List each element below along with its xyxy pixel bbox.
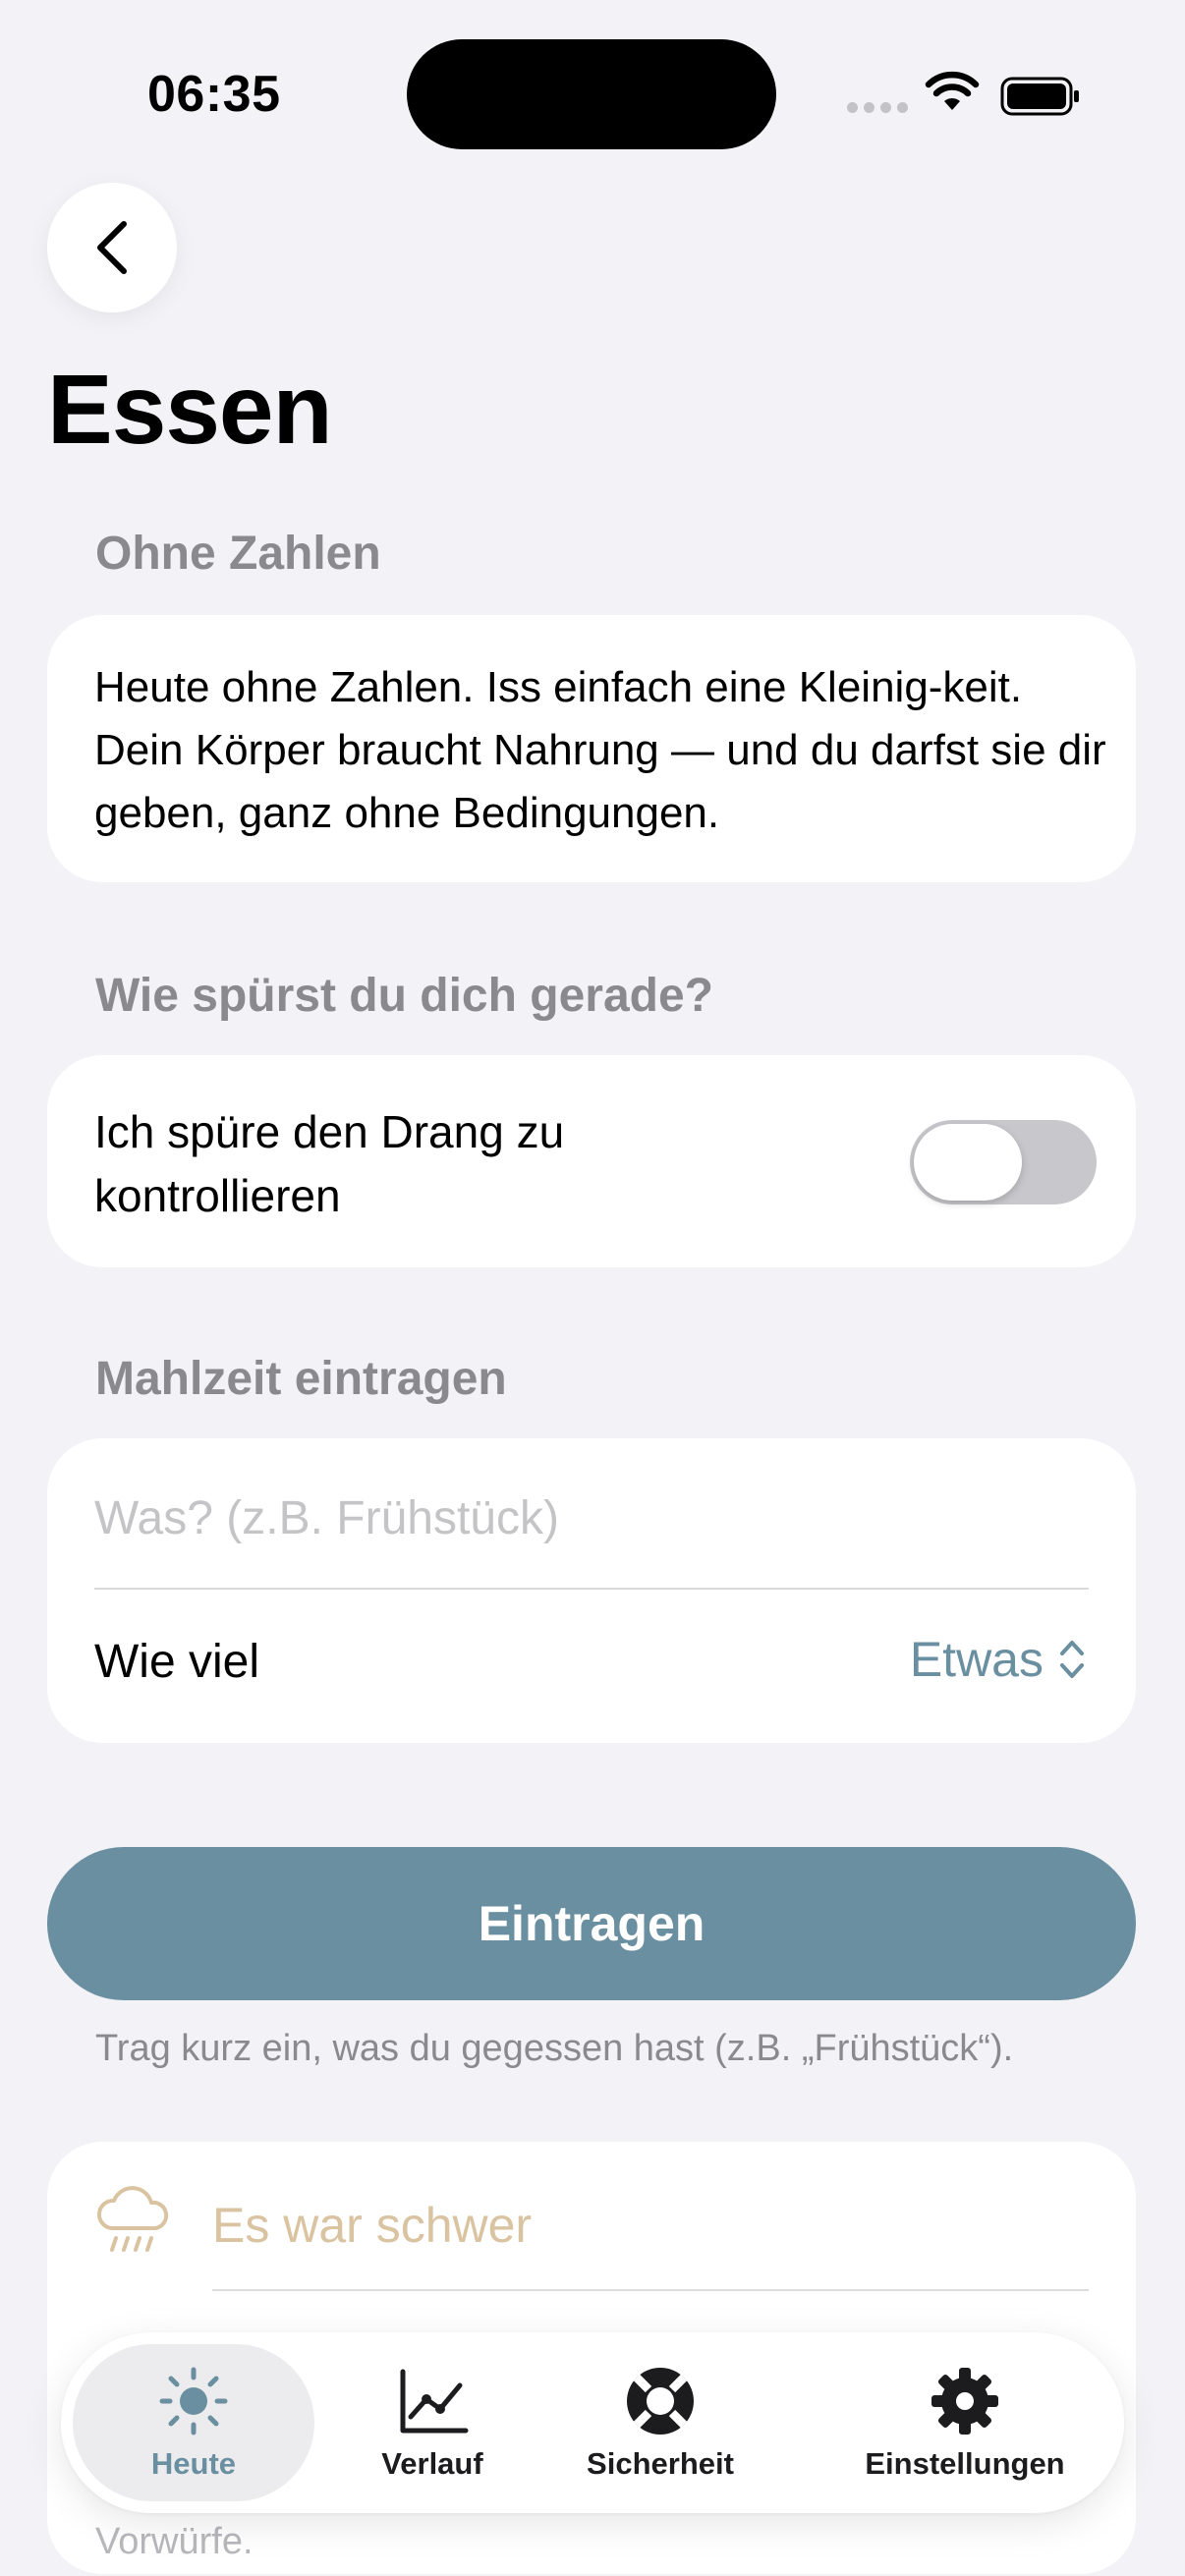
lifebuoy-icon: [627, 2368, 694, 2435]
section-label-feeling: Wie spürst du dich gerade?: [95, 970, 713, 1022]
tab-label-einstellungen: Einstellungen: [865, 2446, 1065, 2481]
battery-icon: [1000, 77, 1079, 116]
amount-value: Etwas: [909, 1632, 1044, 1687]
back-button[interactable]: [47, 183, 177, 312]
submit-button[interactable]: Eintragen: [47, 1847, 1136, 2000]
tab-sicherheit[interactable]: Sicherheit: [542, 2344, 778, 2501]
tab-bar: Heute Verlauf Sicherheit Einstellungen: [61, 2332, 1124, 2513]
dynamic-island: [407, 39, 776, 149]
chevron-updown-icon: [1060, 1641, 1084, 1678]
page-title: Essen: [47, 355, 333, 465]
tab-verlauf[interactable]: Verlauf: [334, 2344, 531, 2501]
meal-divider: [94, 1588, 1089, 1590]
tab-label-sicherheit: Sicherheit: [587, 2446, 734, 2481]
section-label-meal: Mahlzeit eintragen: [95, 1353, 507, 1405]
chevron-left-icon: [97, 221, 127, 274]
tab-label-verlauf: Verlauf: [381, 2446, 483, 2481]
mood-item-label[interactable]: Es war schwer: [212, 2197, 532, 2254]
peek-text: Vorwürfe.: [95, 2521, 254, 2562]
control-urge-label: Ich spüre den Drang zu kontrollieren: [94, 1106, 565, 1221]
amount-label: Wie viel: [94, 1636, 260, 1688]
food-screen: 06:35 Essen Ohne Zahlen Heute ohne Zahle…: [0, 0, 1185, 2576]
cellular-signal-icon: [847, 102, 908, 113]
gear-icon: [931, 2368, 998, 2435]
control-urge-toggle[interactable]: [910, 1120, 1097, 1204]
tab-einstellungen[interactable]: Einstellungen: [818, 2344, 1112, 2501]
wifi-icon: [925, 71, 980, 110]
tab-heute[interactable]: Heute: [73, 2344, 314, 2501]
amount-select[interactable]: Etwas: [910, 1631, 1087, 1688]
section-label-info: Ohne Zahlen: [95, 528, 381, 580]
toggle-knob: [914, 1124, 1022, 1201]
info-card: Heute ohne Zahlen. Iss einfach eine Klei…: [47, 615, 1136, 882]
info-text: Heute ohne Zahlen. Iss einfach eine Klei…: [94, 663, 1106, 837]
status-time: 06:35: [147, 66, 281, 123]
sun-icon: [159, 2367, 228, 2436]
meal-card: Wie viel Etwas: [47, 1438, 1136, 1743]
cloud-rain-icon: [96, 2186, 169, 2252]
submit-hint: Trag kurz ein, was du gegessen hast (z.B…: [95, 2028, 1014, 2069]
meal-name-input[interactable]: [94, 1478, 1089, 1558]
tab-label-heute: Heute: [150, 2446, 237, 2481]
feeling-card: Ich spüre den Drang zu kontrollieren: [47, 1055, 1136, 1267]
mood-divider: [212, 2289, 1089, 2291]
chart-line-icon: [400, 2369, 469, 2434]
